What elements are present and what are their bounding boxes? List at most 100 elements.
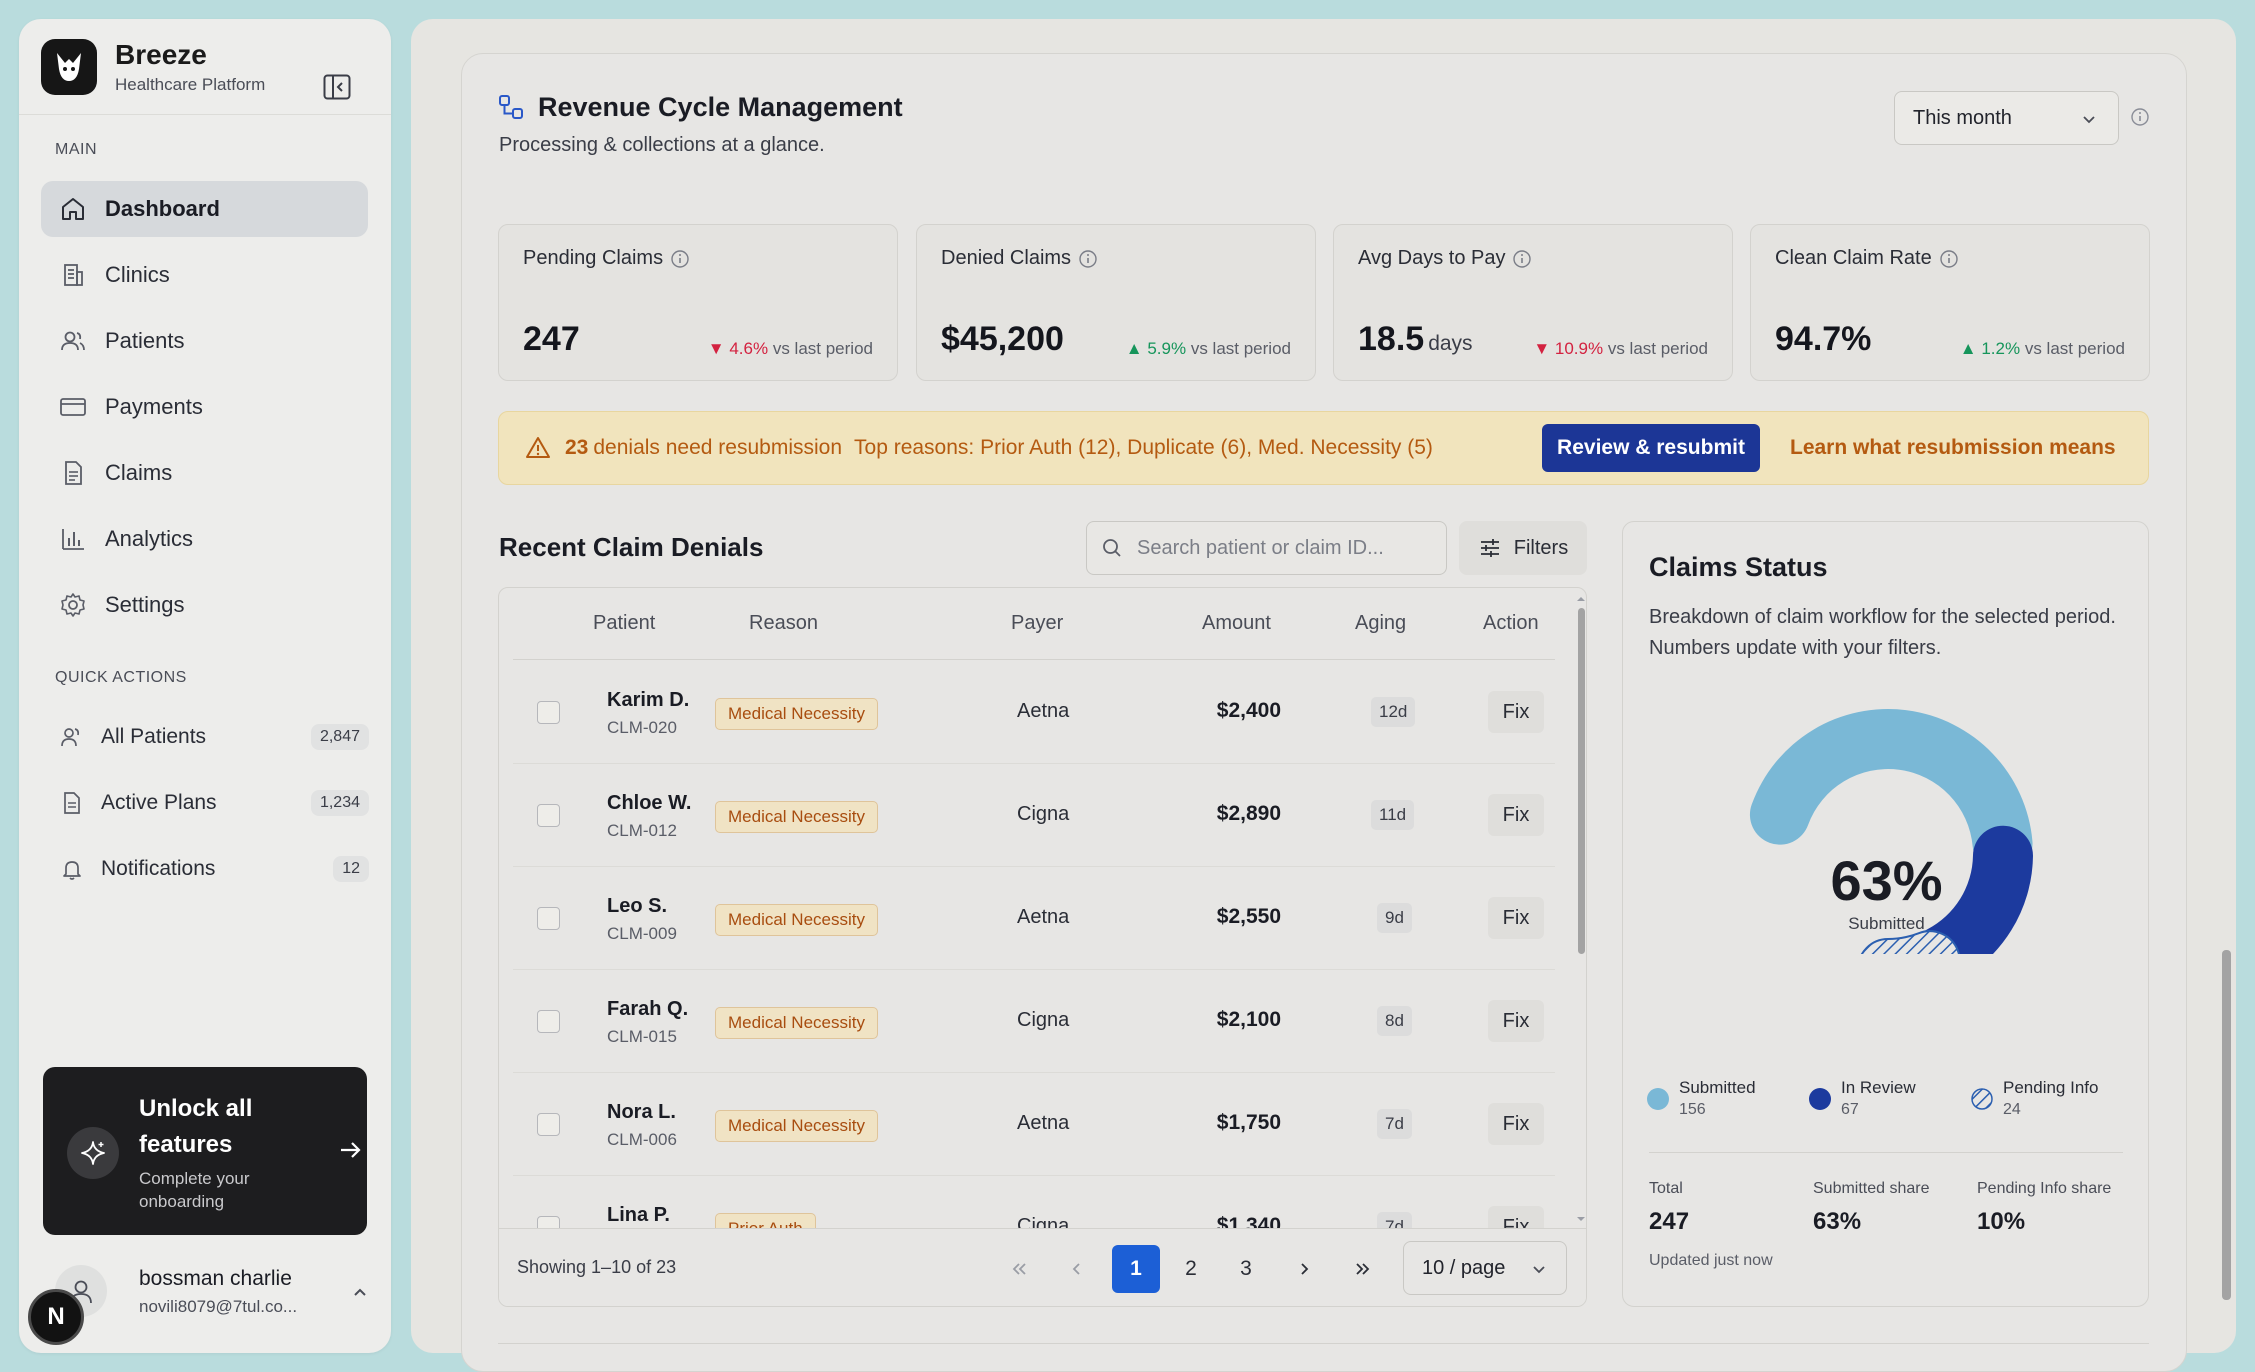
- fix-button[interactable]: Fix: [1488, 1000, 1544, 1042]
- count-badge: 12: [333, 856, 369, 882]
- info-icon[interactable]: [670, 249, 690, 269]
- next-page-button[interactable]: [1280, 1245, 1328, 1293]
- kpi-label: Avg Days to Pay: [1358, 247, 1506, 269]
- nav-dashboard[interactable]: Dashboard: [41, 181, 368, 237]
- nav-label: Patients: [105, 328, 185, 353]
- info-icon[interactable]: [2130, 107, 2150, 132]
- quick-notifications[interactable]: Notifications 12: [59, 844, 369, 894]
- chevrons-left-icon: [1012, 1263, 1026, 1275]
- period-select[interactable]: This month: [1894, 91, 2119, 145]
- col-patient[interactable]: Patient: [593, 612, 655, 635]
- fix-button[interactable]: Fix: [1488, 1103, 1544, 1145]
- info-icon[interactable]: [1939, 249, 1959, 269]
- main-scrollbar[interactable]: [2222, 950, 2231, 1300]
- file-icon: [59, 790, 85, 816]
- kpi-delta: 4.6%: [729, 339, 769, 358]
- quick-all-patients[interactable]: All Patients 2,847: [59, 712, 369, 762]
- legend-value: 24: [2003, 1101, 2021, 1118]
- alert-reasons: Top reasons: Prior Auth (12), Duplicate …: [854, 436, 1433, 459]
- fix-button[interactable]: Fix: [1488, 691, 1544, 733]
- fix-button[interactable]: Fix: [1488, 897, 1544, 939]
- table-row: Nora L. CLM-006 Medical Necessity Aetna …: [513, 1073, 1555, 1176]
- claim-id: CLM-009: [607, 924, 677, 943]
- unlock-subtitle: Complete your onboarding: [139, 1169, 250, 1211]
- page-3-button[interactable]: 3: [1222, 1245, 1270, 1293]
- count-badge: 1,234: [310, 790, 369, 816]
- filters-button[interactable]: Filters: [1459, 521, 1587, 575]
- page-1-button[interactable]: 1: [1112, 1245, 1160, 1293]
- nav-patients[interactable]: Patients: [41, 313, 368, 369]
- col-payer[interactable]: Payer: [1011, 612, 1063, 635]
- nav-clinics[interactable]: Clinics: [41, 247, 368, 303]
- search-input[interactable]: Search patient or claim ID...: [1086, 521, 1447, 575]
- col-reason[interactable]: Reason: [749, 612, 818, 635]
- info-icon[interactable]: [1512, 249, 1532, 269]
- page-2-button[interactable]: 2: [1167, 1245, 1215, 1293]
- amount: $1,750: [1216, 1111, 1281, 1134]
- user-profile[interactable]: bossman charlie novili8079@7tul.co...: [55, 1259, 375, 1329]
- page-header: Revenue Cycle Management: [498, 92, 903, 123]
- chevron-left-icon: [1072, 1263, 1080, 1275]
- patient-name: Leo S.: [607, 895, 668, 917]
- row-checkbox[interactable]: [537, 1113, 560, 1136]
- review-resubmit-button[interactable]: Review & resubmit: [1542, 424, 1760, 472]
- kpi-value: 18.5: [1358, 320, 1425, 358]
- reason-badge: Medical Necessity: [715, 698, 878, 730]
- trend-down-icon: ▼: [707, 339, 725, 358]
- nav-claims[interactable]: Claims: [41, 445, 368, 501]
- row-checkbox[interactable]: [537, 907, 560, 930]
- search-icon: [1103, 539, 1121, 557]
- trend-down-icon: ▼: [1533, 339, 1551, 358]
- scroll-thumb[interactable]: [1578, 608, 1585, 954]
- payer: Aetna: [1017, 906, 1070, 928]
- sliders-icon: [1480, 539, 1499, 557]
- table-footer: Showing 1–10 of 23 1 2 3 10 / page: [499, 1228, 1586, 1306]
- col-amount[interactable]: Amount: [1202, 612, 1271, 635]
- divider: [1649, 1152, 2123, 1153]
- info-icon[interactable]: [1078, 249, 1098, 269]
- patient-name: Lina P.: [607, 1204, 670, 1226]
- payer: Cigna: [1017, 1009, 1070, 1031]
- unlock-features-card[interactable]: Unlock all features Complete your onboar…: [43, 1067, 367, 1235]
- col-action: Action: [1483, 612, 1539, 634]
- reason-badge: Medical Necessity: [715, 1007, 878, 1039]
- divider: [498, 1343, 2149, 1344]
- per-page-select[interactable]: 10 / page: [1403, 1241, 1567, 1295]
- learn-resubmission-link[interactable]: Learn what resubmission means: [1790, 436, 2116, 460]
- nav-analytics[interactable]: Analytics: [41, 511, 368, 567]
- kpi-delta: 10.9%: [1554, 339, 1604, 358]
- amount: $2,550: [1216, 905, 1281, 928]
- row-checkbox[interactable]: [537, 1010, 560, 1033]
- first-page-button[interactable]: [995, 1245, 1043, 1293]
- sidebar-toggle-icon: [323, 74, 351, 100]
- kpi-label: Denied Claims: [941, 247, 1072, 269]
- last-page-button[interactable]: [1339, 1245, 1387, 1293]
- payer: Aetna: [1017, 700, 1070, 722]
- quick-active-plans[interactable]: Active Plans 1,234: [59, 778, 369, 828]
- table-scrollbar[interactable]: [1576, 594, 1586, 1224]
- chevron-down-icon: [2080, 110, 2098, 134]
- nav-payments[interactable]: Payments: [41, 379, 368, 435]
- legend-name: In Review: [1841, 1078, 1916, 1097]
- legend-value: 67: [1841, 1101, 1859, 1118]
- alert-text: denials need resubmission: [593, 436, 843, 459]
- patient-name: Farah Q.: [607, 998, 689, 1020]
- row-checkbox[interactable]: [537, 701, 560, 724]
- sidebar: Breeze Healthcare Platform MAIN Dashboar…: [19, 19, 391, 1353]
- row-checkbox[interactable]: [537, 804, 560, 827]
- user-name: bossman charlie: [139, 1267, 292, 1290]
- fix-button[interactable]: Fix: [1488, 794, 1544, 836]
- bar-chart-icon: [59, 525, 87, 553]
- denials-table: Patient Reason Payer Amount Aging Action…: [498, 587, 1587, 1307]
- prev-page-button[interactable]: [1053, 1245, 1101, 1293]
- kpi-value: $45,200: [941, 320, 1064, 358]
- scroll-down-icon: [1577, 1217, 1585, 1221]
- nav-settings[interactable]: Settings: [41, 577, 368, 633]
- floating-n-badge[interactable]: N: [28, 1289, 84, 1345]
- bell-icon: [59, 856, 85, 882]
- scroll-up-icon: [1577, 597, 1585, 601]
- sparkle-icon: [67, 1127, 119, 1179]
- col-aging[interactable]: Aging: [1355, 612, 1406, 635]
- stat-value: 247: [1649, 1208, 1690, 1235]
- collapse-sidebar-button[interactable]: [317, 67, 357, 107]
